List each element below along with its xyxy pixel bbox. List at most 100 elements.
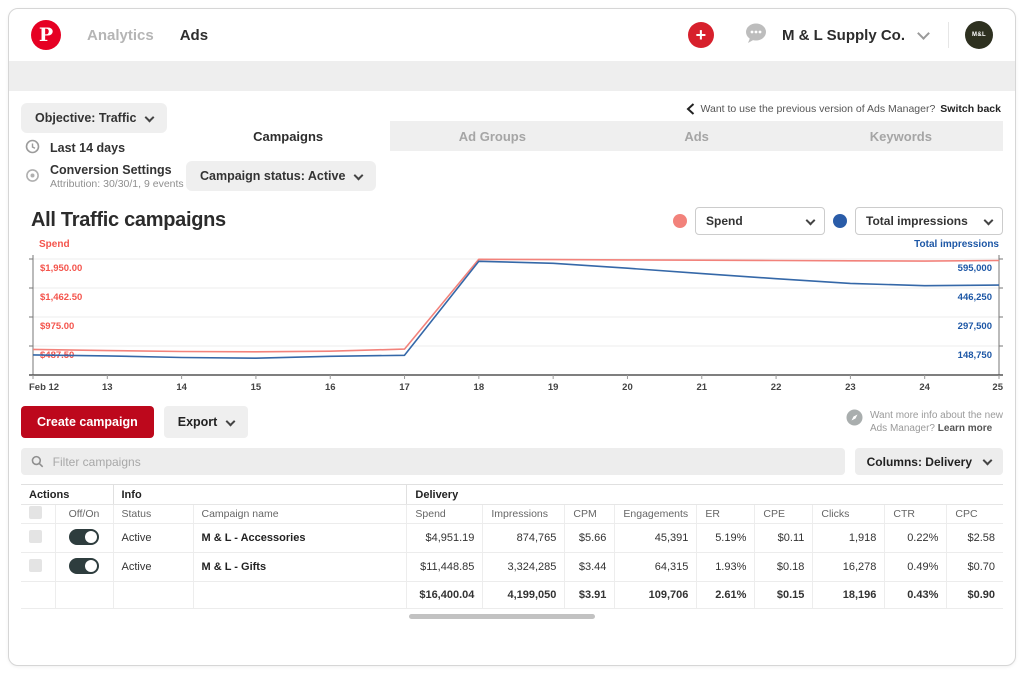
svg-text:$1,462.50: $1,462.50: [40, 292, 82, 303]
line-chart: $1,950.00595,000$1,462.50446,250$975.002…: [29, 251, 1003, 395]
col-offon: Off/On: [55, 505, 113, 524]
chevron-down-icon: [984, 215, 994, 225]
clock-icon: [25, 139, 40, 157]
svg-text:446,250: 446,250: [958, 292, 992, 303]
col-spend: Spend: [407, 505, 483, 524]
select-all-checkbox-cell: [21, 505, 55, 524]
conversion-settings-control[interactable]: Conversion Settings Attribution: 30/30/1…: [25, 163, 184, 190]
export-button[interactable]: Export: [164, 406, 249, 438]
total-engagements: 109,706: [615, 582, 697, 609]
col-er: ER: [697, 505, 755, 524]
svg-text:24: 24: [919, 382, 930, 393]
date-range-control[interactable]: Last 14 days: [25, 139, 125, 157]
cell-campaign-name[interactable]: M & L - Accessories: [193, 524, 407, 553]
group-delivery: Delivery: [407, 485, 1003, 505]
svg-text:18: 18: [474, 382, 485, 393]
cell-cpm: $5.66: [565, 524, 615, 553]
entity-tabs: Campaigns Ad Groups Ads Keywords: [186, 121, 1003, 151]
svg-text:21: 21: [696, 382, 707, 393]
messages-icon[interactable]: [744, 22, 768, 49]
spend-legend-dot: [673, 214, 687, 228]
row-checkbox[interactable]: [29, 530, 42, 543]
objective-dropdown[interactable]: Objective: Traffic: [21, 103, 167, 133]
compass-icon: [846, 409, 863, 426]
switch-back-link[interactable]: Want to use the previous version of Ads …: [686, 103, 1001, 115]
horizontal-scrollbar[interactable]: [21, 614, 1003, 620]
totals-row: $16,400.04 4,199,050 $3.91 109,706 2.61%…: [21, 582, 1003, 609]
pinterest-logo-icon[interactable]: P: [31, 20, 61, 50]
chevron-left-icon: [686, 103, 695, 115]
tab-campaigns[interactable]: Campaigns: [186, 121, 390, 151]
svg-text:16: 16: [325, 382, 336, 393]
total-clicks: 18,196: [813, 582, 885, 609]
campaigns-table-wrap: Actions Info Delivery Off/On Status Camp…: [21, 484, 1003, 620]
cell-clicks: 1,918: [813, 524, 885, 553]
col-cpe: CPE: [755, 505, 813, 524]
chevron-down-icon: [145, 112, 155, 122]
chevron-down-icon: [354, 170, 364, 180]
impressions-metric-dropdown[interactable]: Total impressions: [855, 207, 1003, 235]
svg-text:17: 17: [399, 382, 410, 393]
total-cpe: $0.15: [755, 582, 813, 609]
filter-row: Columns: Delivery: [9, 448, 1015, 475]
create-plus-icon[interactable]: +: [688, 22, 714, 48]
cell-campaign-name[interactable]: M & L - Gifts: [193, 553, 407, 582]
spend-metric-dropdown[interactable]: Spend: [695, 207, 825, 235]
svg-text:23: 23: [845, 382, 856, 393]
cell-cpc: $2.58: [947, 524, 1003, 553]
account-chevron-down-icon[interactable]: [917, 27, 930, 40]
scrollbar-thumb[interactable]: [409, 614, 595, 619]
conversion-settings-subtitle: Attribution: 30/30/1, 9 events: [50, 178, 184, 190]
ads-manager-window: P Analytics Ads + M & L Supply Co. M&L O…: [8, 8, 1016, 666]
filter-campaigns-search[interactable]: [21, 448, 845, 475]
nav-analytics[interactable]: Analytics: [87, 27, 154, 44]
campaign-status-dropdown[interactable]: Campaign status: Active: [186, 161, 376, 191]
switch-back-action[interactable]: Switch back: [940, 103, 1001, 115]
total-er: 2.61%: [697, 582, 755, 609]
cell-clicks: 16,278: [813, 553, 885, 582]
svg-text:13: 13: [102, 382, 113, 393]
cell-status: Active: [113, 553, 193, 582]
sub-header-strip: [9, 61, 1015, 91]
chart-legend: Spend Total impressions: [673, 207, 1003, 235]
table-row[interactable]: Active M & L - Accessories $4,951.19 874…: [21, 524, 1003, 553]
create-campaign-button[interactable]: Create campaign: [21, 406, 154, 438]
row-toggle-on[interactable]: [69, 558, 99, 574]
table-row[interactable]: Active M & L - Gifts $11,448.85 3,324,28…: [21, 553, 1003, 582]
controls-bar: Objective: Traffic Last 14 days Conversi…: [9, 91, 1015, 199]
tab-ad-groups[interactable]: Ad Groups: [390, 121, 594, 151]
chevron-down-icon: [806, 215, 816, 225]
select-all-checkbox[interactable]: [29, 506, 42, 519]
avatar[interactable]: M&L: [965, 21, 993, 49]
row-checkbox[interactable]: [29, 559, 42, 572]
learn-more-link[interactable]: Learn more: [938, 423, 992, 434]
tab-ads[interactable]: Ads: [595, 121, 799, 151]
svg-text:595,000: 595,000: [958, 263, 992, 274]
campaigns-table: Actions Info Delivery Off/On Status Camp…: [21, 484, 1003, 609]
cell-er: 1.93%: [697, 553, 755, 582]
col-status: Status: [113, 505, 193, 524]
columns-dropdown[interactable]: Columns: Delivery: [855, 448, 1003, 475]
search-input[interactable]: [53, 455, 835, 469]
cell-engagements: 45,391: [615, 524, 697, 553]
col-clicks: Clicks: [813, 505, 885, 524]
cell-ctr: 0.49%: [885, 553, 947, 582]
chevron-down-icon: [226, 416, 236, 426]
tab-keywords[interactable]: Keywords: [799, 121, 1003, 151]
group-info: Info: [113, 485, 407, 505]
col-ctr: CTR: [885, 505, 947, 524]
svg-text:19: 19: [548, 382, 559, 393]
account-name[interactable]: M & L Supply Co.: [782, 27, 905, 44]
search-icon: [31, 455, 44, 468]
nav-ads[interactable]: Ads: [180, 27, 208, 44]
cell-ctr: 0.22%: [885, 524, 947, 553]
cell-cpc: $0.70: [947, 553, 1003, 582]
col-cpc: CPC: [947, 505, 1003, 524]
date-range-label: Last 14 days: [50, 141, 125, 155]
row-toggle-on[interactable]: [69, 529, 99, 545]
cell-er: 5.19%: [697, 524, 755, 553]
svg-text:20: 20: [622, 382, 633, 393]
total-cpc: $0.90: [947, 582, 1003, 609]
divider: [948, 22, 949, 48]
gear-icon: [25, 168, 40, 186]
